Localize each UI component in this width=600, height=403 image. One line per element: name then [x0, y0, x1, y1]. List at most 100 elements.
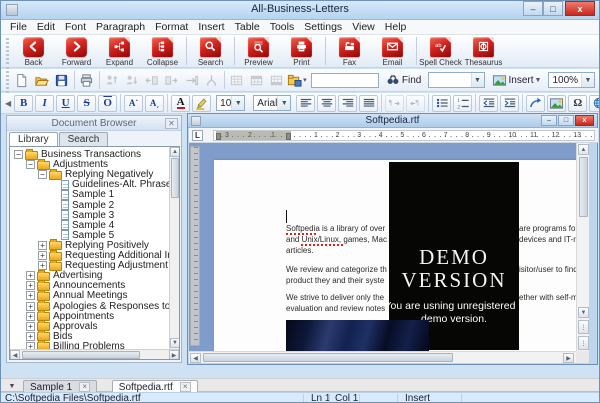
expand-toggle-icon[interactable]: +: [38, 251, 47, 260]
fax-button[interactable]: Fax: [328, 36, 371, 67]
open-button[interactable]: [32, 71, 52, 89]
scroll-right-icon[interactable]: ▶: [563, 353, 574, 363]
tree-horizontal-scrollbar[interactable]: ◀ ▶: [10, 349, 179, 359]
scroll-up-icon[interactable]: ▲: [170, 147, 179, 157]
document-close-button[interactable]: x: [575, 115, 594, 126]
strikethrough-button[interactable]: S: [77, 94, 97, 112]
scroll-thumb[interactable]: [579, 157, 588, 217]
find-input[interactable]: [310, 72, 379, 88]
collapse-toggle-icon[interactable]: −: [14, 150, 23, 159]
document-minimize-button[interactable]: –: [541, 115, 557, 126]
expand-button[interactable]: Expand: [98, 36, 141, 67]
print-document-button[interactable]: [77, 71, 97, 89]
panel-close-button[interactable]: ✕: [165, 118, 178, 129]
tab-stop-button[interactable]: L: [192, 130, 203, 141]
menu-insert[interactable]: Insert: [193, 21, 229, 33]
preview-button[interactable]: Preview: [237, 36, 280, 67]
decrease-indent-button[interactable]: [479, 94, 499, 112]
highlight-button[interactable]: [192, 94, 212, 112]
spell-check-button[interactable]: ab Spell Check: [419, 36, 462, 67]
menu-help[interactable]: Help: [380, 21, 412, 33]
numbered-list-button[interactable]: 12: [453, 94, 473, 112]
subscript-button[interactable]: Aˏ: [145, 94, 165, 112]
document-horizontal-scrollbar[interactable]: ◀ ▶: [189, 351, 576, 363]
menu-font[interactable]: Font: [60, 21, 91, 33]
scroll-up-icon[interactable]: ▲: [578, 144, 589, 155]
underline-button[interactable]: U: [56, 94, 76, 112]
superscript-button[interactable]: A˙: [124, 94, 144, 112]
menu-edit[interactable]: Edit: [32, 21, 60, 33]
insert-button[interactable]: Insert ▼: [489, 71, 545, 89]
menu-tools[interactable]: Tools: [265, 21, 300, 33]
menu-settings[interactable]: Settings: [299, 21, 347, 33]
find-button[interactable]: Find: [383, 71, 424, 89]
menu-file[interactable]: File: [5, 21, 32, 33]
scroll-right-icon[interactable]: ▶: [169, 350, 179, 359]
menu-view[interactable]: View: [347, 21, 380, 33]
page-up-icon[interactable]: ⋮: [578, 320, 589, 334]
insert-web-object-button[interactable]: [589, 94, 599, 112]
search-button[interactable]: Search: [189, 36, 232, 67]
align-left-button[interactable]: [296, 94, 316, 112]
scroll-left-icon[interactable]: ◀: [190, 353, 201, 363]
indent-marker[interactable]: [216, 133, 221, 140]
print-button[interactable]: Print: [280, 36, 323, 67]
expand-toggle-icon[interactable]: +: [26, 271, 35, 281]
indent-marker[interactable]: [286, 133, 291, 140]
overflow-left-icon[interactable]: ◀: [3, 99, 13, 108]
thesaurus-button[interactable]: Thesaurus: [462, 36, 505, 67]
zoom-select[interactable]: 100% ▼: [548, 72, 595, 88]
menu-format[interactable]: Format: [150, 21, 193, 33]
style-select[interactable]: ▼: [428, 72, 485, 88]
expand-toggle-icon[interactable]: +: [26, 291, 35, 301]
collapse-button[interactable]: Collapse: [141, 36, 184, 67]
insert-file-button[interactable]: ▾: [287, 71, 307, 89]
insert-image-button[interactable]: [547, 94, 567, 112]
panel-tab-search[interactable]: Search: [58, 132, 109, 146]
expand-toggle-icon[interactable]: +: [38, 240, 47, 250]
align-center-button[interactable]: [317, 94, 337, 112]
close-button[interactable]: x: [565, 1, 595, 16]
scroll-down-icon[interactable]: ▼: [578, 307, 589, 318]
expand-toggle-icon[interactable]: +: [26, 301, 35, 311]
document-vertical-scrollbar[interactable]: ▲ ▼ ⋮ ⋮: [576, 143, 589, 351]
maximize-button[interactable]: □: [543, 1, 563, 16]
forward-button[interactable]: Forward: [55, 36, 98, 67]
insert-hyperlink-button[interactable]: [526, 94, 546, 112]
expand-toggle-icon[interactable]: +: [26, 281, 35, 291]
menu-paragraph[interactable]: Paragraph: [91, 21, 150, 33]
panel-tab-library[interactable]: Library: [9, 132, 58, 146]
font-size-select[interactable]: 10 ▼: [216, 95, 246, 111]
tab-close-icon[interactable]: ×: [79, 382, 91, 392]
page-down-icon[interactable]: ⋮: [578, 336, 589, 350]
align-right-button[interactable]: [338, 94, 358, 112]
font-color-button[interactable]: A: [171, 94, 191, 112]
increase-indent-button[interactable]: [500, 94, 520, 112]
scroll-down-icon[interactable]: ▼: [170, 338, 179, 348]
align-justify-button[interactable]: [359, 94, 379, 112]
back-button[interactable]: Back: [12, 36, 55, 67]
tree-vertical-scrollbar[interactable]: ▲ ▼: [169, 147, 179, 349]
expand-toggle-icon[interactable]: +: [26, 331, 35, 341]
minimize-button[interactable]: –: [523, 1, 543, 16]
document-content-area[interactable]: Softpedia is a library of over are progra…: [189, 143, 576, 351]
bullet-list-button[interactable]: [432, 94, 452, 112]
font-name-select[interactable]: Arial ▼: [253, 95, 292, 111]
new-document-button[interactable]: [12, 71, 32, 89]
scroll-left-icon[interactable]: ◀: [10, 350, 20, 359]
overline-button[interactable]: O: [98, 94, 118, 112]
tab-close-icon[interactable]: ×: [179, 382, 191, 392]
save-button[interactable]: [52, 71, 72, 89]
expand-toggle-icon[interactable]: +: [26, 311, 35, 321]
document-maximize-button[interactable]: □: [558, 115, 574, 126]
expand-toggle-icon[interactable]: +: [26, 321, 35, 331]
collapse-toggle-icon[interactable]: −: [38, 170, 47, 180]
email-button[interactable]: Email: [371, 36, 414, 67]
scroll-thumb[interactable]: [171, 158, 179, 198]
scroll-thumb[interactable]: [203, 353, 453, 362]
tab-list-dropdown-icon[interactable]: ▼: [6, 382, 18, 391]
scroll-thumb[interactable]: [22, 351, 140, 359]
menu-table[interactable]: Table: [230, 21, 265, 33]
bold-button[interactable]: B: [14, 94, 34, 112]
italic-button[interactable]: I: [35, 94, 55, 112]
